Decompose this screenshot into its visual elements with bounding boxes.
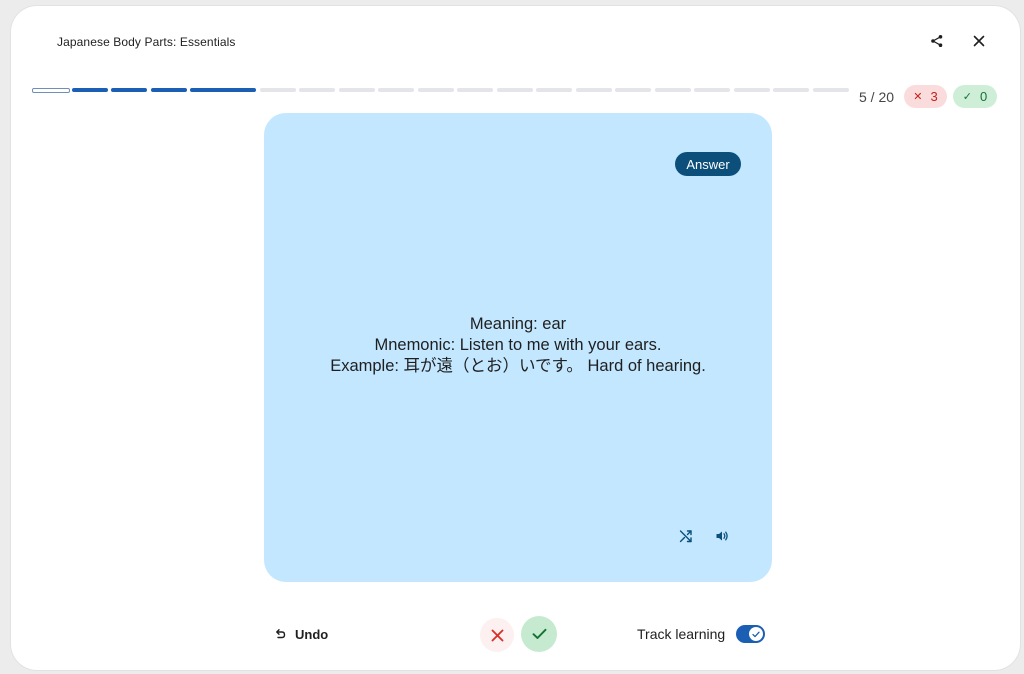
check-icon: ✓ (962, 91, 972, 103)
progress-segment (417, 88, 454, 92)
progress-segment (111, 88, 147, 92)
shuffle-icon (679, 530, 692, 543)
undo-button[interactable]: Undo (274, 623, 328, 645)
progress-segment (338, 88, 375, 92)
card-line-example: Example: 耳が遠（とお）いです。 Hard of hearing. (330, 357, 706, 375)
progress-segment (378, 88, 414, 92)
progress-bar (32, 87, 850, 94)
undo-label: Undo (295, 626, 329, 642)
card-line-mnemonic: Mnemonic: Listen to me with your ears. (374, 336, 662, 354)
close-icon (973, 35, 985, 47)
close-icon (491, 629, 503, 641)
progress-segment (71, 88, 108, 92)
undo-icon (276, 629, 286, 639)
card-content: Meaning: ear Mnemonic: Listen to me with… (264, 314, 772, 377)
share-button[interactable] (923, 27, 951, 55)
toggle-knob (749, 627, 763, 641)
shuffle-button[interactable] (673, 523, 699, 549)
wrong-icon: ✕ (913, 91, 923, 103)
progress-counter: 5 / 20 (859, 89, 895, 105)
progress-segment (150, 88, 187, 92)
audio-button[interactable] (709, 523, 735, 549)
card-line-meaning: Meaning: ear (469, 315, 567, 333)
wrong-count-badge: ✕ 3 (904, 85, 947, 108)
progress-segment (259, 88, 296, 92)
volume-icon (716, 531, 728, 541)
right-count-badge: ✓ 0 (953, 85, 997, 108)
answer-chip: Answer (675, 152, 741, 176)
progress-segment (773, 88, 809, 92)
share-icon (931, 35, 943, 47)
mark-wrong-button[interactable] (480, 618, 514, 652)
progress-segment (536, 88, 572, 92)
progress-segment (496, 88, 533, 92)
progress-segment (812, 88, 849, 92)
progress-segment (694, 88, 730, 92)
progress-segment (299, 88, 335, 92)
progress-segment (654, 88, 691, 92)
flashcard[interactable]: Answer Meaning: ear Mnemonic: Listen to … (264, 113, 772, 582)
progress-segment (190, 88, 256, 92)
track-learning-label: Track learning (637, 626, 726, 642)
right-count: 0 (979, 89, 988, 104)
progress-segment (575, 88, 612, 92)
wrong-count: 3 (930, 89, 938, 104)
deck-title: Japanese Body Parts: Essentials (57, 35, 236, 49)
close-button[interactable] (965, 27, 993, 55)
flashcard-window: Japanese Body Parts: Essentials 5 / 20 ✕… (11, 6, 1020, 670)
progress-segment (32, 87, 70, 93)
track-learning-toggle[interactable] (736, 625, 765, 643)
progress-segment (615, 88, 651, 92)
progress-segment (733, 88, 770, 92)
check-icon (752, 631, 760, 637)
check-icon (532, 628, 546, 639)
mark-right-button[interactable] (521, 616, 557, 652)
progress-segment (457, 88, 493, 92)
